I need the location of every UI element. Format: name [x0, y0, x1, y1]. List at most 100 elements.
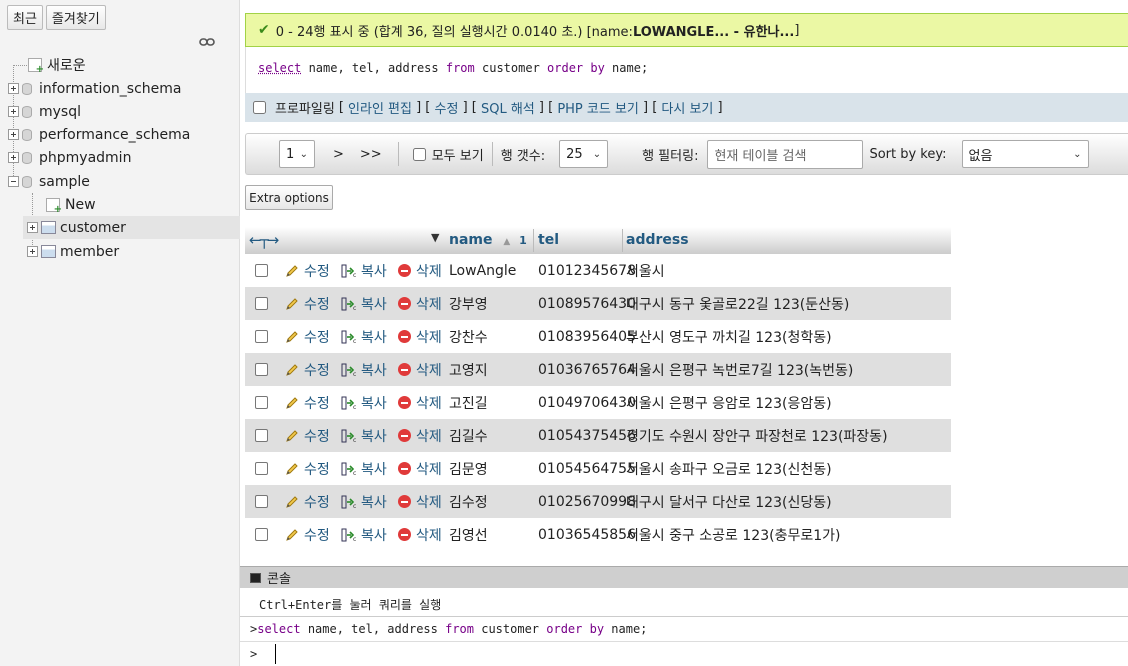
copy-row-button[interactable]: c 복사: [341, 294, 387, 314]
cell-name[interactable]: LowAngle: [449, 263, 516, 279]
tree-item-new-table[interactable]: New: [46, 193, 96, 216]
delete-row-button[interactable]: 삭제: [398, 492, 442, 512]
copy-row-button[interactable]: c 복사: [341, 327, 387, 347]
tree-item-new-database[interactable]: 새로운: [28, 53, 86, 76]
profiling-checkbox[interactable]: [253, 101, 266, 114]
column-header-name[interactable]: name ▲ 1: [449, 232, 527, 248]
refresh-link[interactable]: 다시 보기: [661, 98, 713, 117]
show-all-checkbox[interactable]: [412, 147, 426, 161]
cell-name[interactable]: 고진길: [449, 393, 488, 413]
console-history-entry[interactable]: >select name, tel, address from customer…: [250, 622, 647, 636]
cell-tel[interactable]: 01089576430: [538, 296, 636, 312]
cell-address[interactable]: 서울시 은평구 응암로 123(응암동): [626, 393, 832, 413]
edit-query-link[interactable]: 수정: [435, 98, 459, 117]
delete-row-button[interactable]: 삭제: [398, 360, 442, 380]
row-checkbox[interactable]: [255, 330, 268, 343]
cell-address[interactable]: 대구시 동구 옻골로22길 123(둔산동): [626, 294, 849, 314]
cell-tel[interactable]: 01036545856: [538, 527, 636, 543]
edit-row-button[interactable]: 수정: [285, 360, 330, 380]
cell-name[interactable]: 김수정: [449, 492, 488, 512]
copy-row-button[interactable]: c 복사: [341, 492, 387, 512]
sql-query-display[interactable]: select name, tel, address from customer …: [245, 47, 1128, 93]
link-icon[interactable]: [199, 37, 215, 47]
recent-button[interactable]: 최근: [7, 5, 43, 30]
copy-row-button[interactable]: c 복사: [341, 459, 387, 479]
console-input[interactable]: [275, 644, 276, 664]
row-checkbox[interactable]: [255, 264, 268, 277]
delete-row-button[interactable]: 삭제: [398, 393, 442, 413]
row-checkbox[interactable]: [255, 429, 268, 442]
next-page-button[interactable]: >: [325, 147, 352, 162]
delete-row-button[interactable]: 삭제: [398, 459, 442, 479]
last-page-button[interactable]: >>: [352, 147, 390, 162]
console-toggle-bar[interactable]: 콘솔: [240, 566, 1128, 588]
tree-item-sample[interactable]: sample: [8, 170, 90, 193]
cell-name[interactable]: 김길수: [449, 426, 488, 446]
row-checkbox[interactable]: [255, 396, 268, 409]
cell-tel[interactable]: 01049706430: [538, 395, 636, 411]
delete-row-button[interactable]: 삭제: [398, 525, 442, 545]
cell-address[interactable]: 대구시 달서구 다산로 123(신당동): [626, 492, 832, 512]
row-checkbox[interactable]: [255, 297, 268, 310]
tree-item-member[interactable]: member: [27, 240, 119, 263]
edit-row-button[interactable]: 수정: [285, 459, 330, 479]
row-checkbox[interactable]: [255, 363, 268, 376]
edit-row-button[interactable]: 수정: [285, 327, 330, 347]
cell-address[interactable]: 경기도 수원시 장안구 파장천로 123(파장동): [626, 426, 888, 446]
edit-row-button[interactable]: 수정: [285, 525, 330, 545]
php-code-link[interactable]: PHP 코드 보기: [557, 98, 639, 117]
rows-count-select[interactable]: 25 ⌄: [559, 140, 609, 168]
cell-address[interactable]: 서울시 중구 소공로 123(충무로1가): [626, 525, 840, 545]
delete-row-button[interactable]: 삭제: [398, 261, 442, 281]
tree-item-phpmyadmin[interactable]: phpmyadmin: [8, 146, 131, 169]
expand-icon[interactable]: [8, 106, 19, 117]
delete-row-button[interactable]: 삭제: [398, 426, 442, 446]
copy-row-button[interactable]: c 복사: [341, 261, 387, 281]
tree-item-mysql[interactable]: mysql: [8, 100, 81, 123]
cell-address[interactable]: 서울시 은평구 녹번로7길 123(녹번동): [626, 360, 853, 380]
cell-name[interactable]: 강부영: [449, 294, 488, 314]
row-checkbox[interactable]: [255, 528, 268, 541]
sort-by-select[interactable]: 없음 ⌄: [961, 140, 1089, 168]
inline-edit-link[interactable]: 인라인 편집: [348, 98, 412, 117]
expand-icon[interactable]: [27, 222, 38, 233]
tree-item-information-schema[interactable]: information_schema: [8, 77, 182, 100]
cell-address[interactable]: 서울시: [626, 261, 665, 281]
row-checkbox[interactable]: [255, 495, 268, 508]
expand-icon[interactable]: [27, 246, 38, 257]
cell-address[interactable]: 서울시 송파구 오금로 123(신천동): [626, 459, 832, 479]
extra-options-button[interactable]: Extra options: [245, 185, 333, 210]
expand-icon[interactable]: [8, 129, 19, 140]
filter-rows-input[interactable]: 현재 테이블 검색: [707, 139, 864, 169]
edit-row-button[interactable]: 수정: [285, 294, 330, 314]
cell-name[interactable]: 강찬수: [449, 327, 488, 347]
expand-icon[interactable]: [8, 83, 19, 94]
column-toggle-icon[interactable]: ▼: [431, 231, 439, 244]
delete-row-button[interactable]: 삭제: [398, 294, 442, 314]
column-header-tel[interactable]: tel: [538, 232, 559, 248]
edit-row-button[interactable]: 수정: [285, 492, 330, 512]
collapse-icon[interactable]: [8, 176, 19, 187]
cell-tel[interactable]: 01083956405: [538, 329, 636, 345]
cell-name[interactable]: 김영선: [449, 525, 488, 545]
cell-tel[interactable]: 01054375456: [538, 428, 636, 444]
cell-name[interactable]: 고영지: [449, 360, 488, 380]
cell-tel[interactable]: 01036765764: [538, 362, 636, 378]
tree-item-customer[interactable]: customer: [23, 216, 240, 239]
edit-row-button[interactable]: 수정: [285, 261, 330, 281]
edit-row-button[interactable]: 수정: [285, 426, 330, 446]
explain-sql-link[interactable]: SQL 해석: [481, 98, 535, 117]
expand-icon[interactable]: [8, 152, 19, 163]
row-checkbox[interactable]: [255, 462, 268, 475]
cell-tel[interactable]: 01025670998: [538, 494, 636, 510]
column-header-address[interactable]: address: [626, 232, 689, 248]
edit-row-button[interactable]: 수정: [285, 393, 330, 413]
cell-address[interactable]: 부산시 영도구 까치길 123(청학동): [626, 327, 832, 347]
page-select[interactable]: 1 ⌄: [279, 140, 315, 168]
copy-row-button[interactable]: c 복사: [341, 525, 387, 545]
cell-name[interactable]: 김문영: [449, 459, 488, 479]
favorites-button[interactable]: 즐겨찾기: [45, 5, 106, 30]
copy-row-button[interactable]: c 복사: [341, 426, 387, 446]
delete-row-button[interactable]: 삭제: [398, 327, 442, 347]
copy-row-button[interactable]: c 복사: [341, 393, 387, 413]
